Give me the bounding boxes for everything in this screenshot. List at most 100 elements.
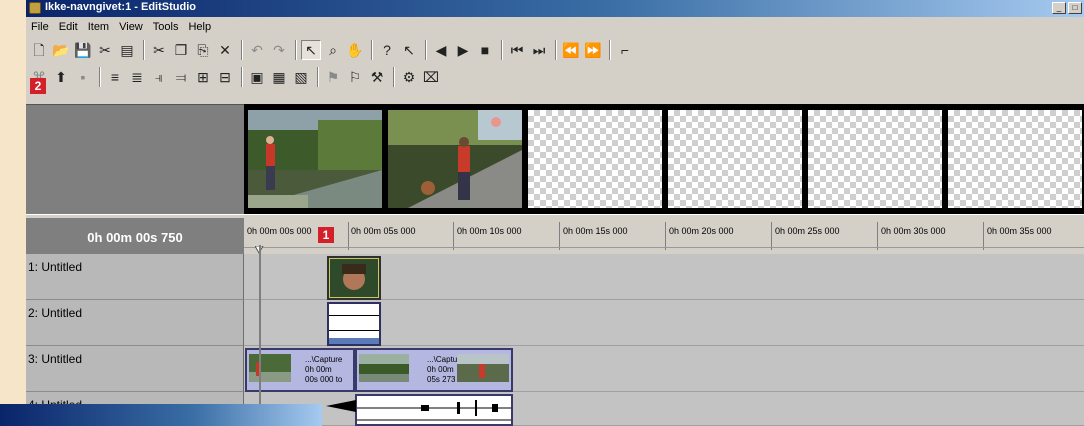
menu-bar: File Edit Item View Tools Help xyxy=(26,18,216,36)
new-icon[interactable]: 🗋 xyxy=(29,40,49,60)
thumbnail-frame[interactable] xyxy=(388,110,522,208)
app-icon xyxy=(29,2,41,14)
edit-toolbar: ⌘ ⬆ ▪ ≡ ≣ ⫣ ⫤ ⊞ ⊟ ▣ ▦ ▧ ⚑ ⚐ ⚒ ⚙ ⌧ xyxy=(26,64,443,90)
clip-start-time: 0h 00m xyxy=(427,365,454,374)
trim-icon[interactable]: ⫣ xyxy=(149,67,169,87)
layout-icon[interactable]: ▦ xyxy=(269,67,289,87)
clip-time-range: 00s 000 to xyxy=(305,375,343,384)
mark-out-icon[interactable]: ⚒ xyxy=(367,67,387,87)
ruler-label: 0h 00m 05s 000 xyxy=(351,226,416,236)
clip-start-time: 0h 00m xyxy=(305,365,332,374)
prev-edit-icon[interactable]: ⏮ xyxy=(507,40,527,60)
capture-icon[interactable]: ✂ xyxy=(95,40,115,60)
empty-thumbnail[interactable] xyxy=(948,110,1082,208)
menu-view[interactable]: View xyxy=(114,18,148,36)
current-timecode: 0h 00m 00s 750 xyxy=(26,218,244,254)
storyboard-icon[interactable]: ▣ xyxy=(247,67,267,87)
ruler-label: 0h 00m 10s 000 xyxy=(457,226,522,236)
ruler-label: 0h 00m 15s 000 xyxy=(563,226,628,236)
empty-thumbnail[interactable] xyxy=(528,110,662,208)
overlapping-window-titlebar[interactable] xyxy=(0,404,322,426)
clip-line xyxy=(329,315,379,316)
clip-filename: ...\Captu xyxy=(427,355,458,364)
menu-file[interactable]: File xyxy=(26,18,54,36)
track-label[interactable]: 3: Untitled xyxy=(26,346,244,392)
prev-clip-icon[interactable]: ⏪ xyxy=(561,40,581,60)
menu-tools[interactable]: Tools xyxy=(148,18,184,36)
toolbar-separator xyxy=(317,67,319,87)
hand-icon[interactable]: ✋ xyxy=(345,40,365,60)
time-ruler[interactable]: 0h 00m 00s 000 0h 00m 05s 000 0h 00m 10s… xyxy=(244,218,1084,254)
save-icon[interactable]: 💾 xyxy=(73,40,93,60)
video-thumbnail-image xyxy=(457,354,509,382)
audio-clip[interactable] xyxy=(355,394,513,426)
maximize-button[interactable]: □ xyxy=(1068,2,1082,14)
context-help-icon[interactable]: ↖ xyxy=(399,40,419,60)
video-clip[interactable]: ...\Capture 0h 00m 00s 000 to xyxy=(245,348,355,392)
export-icon[interactable]: ▤ xyxy=(117,40,137,60)
toolbar-separator xyxy=(241,40,243,60)
callout-badge: 1 xyxy=(318,227,334,243)
menu-help[interactable]: Help xyxy=(183,18,216,36)
stop-icon[interactable]: ■ xyxy=(475,40,495,60)
undo-icon[interactable]: ↶ xyxy=(247,40,267,60)
title-clip[interactable] xyxy=(327,302,381,346)
overlay-icon[interactable]: ⊞ xyxy=(193,67,213,87)
play-reverse-icon[interactable]: ◀ xyxy=(431,40,451,60)
toolbar-separator xyxy=(371,40,373,60)
video-thumbnail-image xyxy=(249,354,291,382)
pointer-icon[interactable]: ↖ xyxy=(301,40,321,60)
audio-fade-icon xyxy=(326,400,356,412)
grid-icon[interactable]: ⊟ xyxy=(215,67,235,87)
minimize-button[interactable]: _ xyxy=(1052,2,1066,14)
zoom-icon[interactable]: ⌕ xyxy=(323,40,343,60)
thumbnail-strip xyxy=(244,104,1084,214)
copy-icon[interactable]: ❐ xyxy=(171,40,191,60)
redo-icon[interactable]: ↷ xyxy=(269,40,289,60)
layers-icon[interactable]: ▧ xyxy=(291,67,311,87)
clear-icon[interactable]: ⌧ xyxy=(421,67,441,87)
paste-icon[interactable]: ⎘ xyxy=(193,40,213,60)
next-clip-icon[interactable]: ⏩ xyxy=(583,40,603,60)
settings-icon[interactable]: ⚙ xyxy=(399,67,419,87)
play-icon[interactable]: ▶ xyxy=(453,40,473,60)
image-clip[interactable] xyxy=(327,256,381,300)
ruler-tick xyxy=(348,222,349,250)
align-center-icon[interactable]: ≣ xyxy=(127,67,147,87)
align-left-icon[interactable]: ≡ xyxy=(105,67,125,87)
menu-edit[interactable]: Edit xyxy=(54,18,83,36)
video-clip[interactable]: ...\Captu 0h 00m 05s 273 xyxy=(355,348,513,392)
clip-line xyxy=(329,330,379,331)
toolbar-separator xyxy=(295,40,297,60)
open-icon[interactable]: 📂 xyxy=(51,40,71,60)
track-label[interactable]: 2: Untitled xyxy=(26,300,244,346)
insert-track-icon[interactable]: ⬆ xyxy=(51,67,71,87)
ripple-icon[interactable]: ⫤ xyxy=(171,67,191,87)
toolbar-separator xyxy=(609,40,611,60)
portrait-thumbnail-image xyxy=(330,259,378,297)
ruler-label: 0h 00m 30s 000 xyxy=(881,226,946,236)
help-icon[interactable]: ? xyxy=(377,40,397,60)
menu-item[interactable]: Item xyxy=(83,18,114,36)
playhead-line[interactable] xyxy=(259,245,261,426)
toolbar-separator xyxy=(425,40,427,60)
marker-icon[interactable]: ⌐ xyxy=(615,40,635,60)
clip-time-range: 05s 273 xyxy=(427,375,456,384)
thumbnail-frame[interactable] xyxy=(248,110,382,208)
mark-in-icon[interactable]: ⚐ xyxy=(345,67,365,87)
ruler-label: 0h 00m 25s 000 xyxy=(775,226,840,236)
delete-icon[interactable]: ✕ xyxy=(215,40,235,60)
empty-thumbnail[interactable] xyxy=(668,110,802,208)
empty-thumbnail[interactable] xyxy=(808,110,942,208)
track-label[interactable]: 1: Untitled xyxy=(26,254,244,300)
callout-badge: 2 xyxy=(30,78,46,94)
cut-icon[interactable]: ✂ xyxy=(149,40,169,60)
next-edit-icon[interactable]: ⏭ xyxy=(529,40,549,60)
title-bar: Ikke-navngivet:1 - EditStudio _ □ xyxy=(26,0,1084,17)
video-thumbnail-image xyxy=(359,354,409,382)
flag-icon[interactable]: ⚑ xyxy=(323,67,343,87)
remove-track-icon[interactable]: ▪ xyxy=(73,67,93,87)
ruler-label: 0h 00m 35s 000 xyxy=(987,226,1052,236)
ruler-tick xyxy=(665,222,666,250)
window-title: Ikke-navngivet:1 - EditStudio xyxy=(45,1,196,13)
